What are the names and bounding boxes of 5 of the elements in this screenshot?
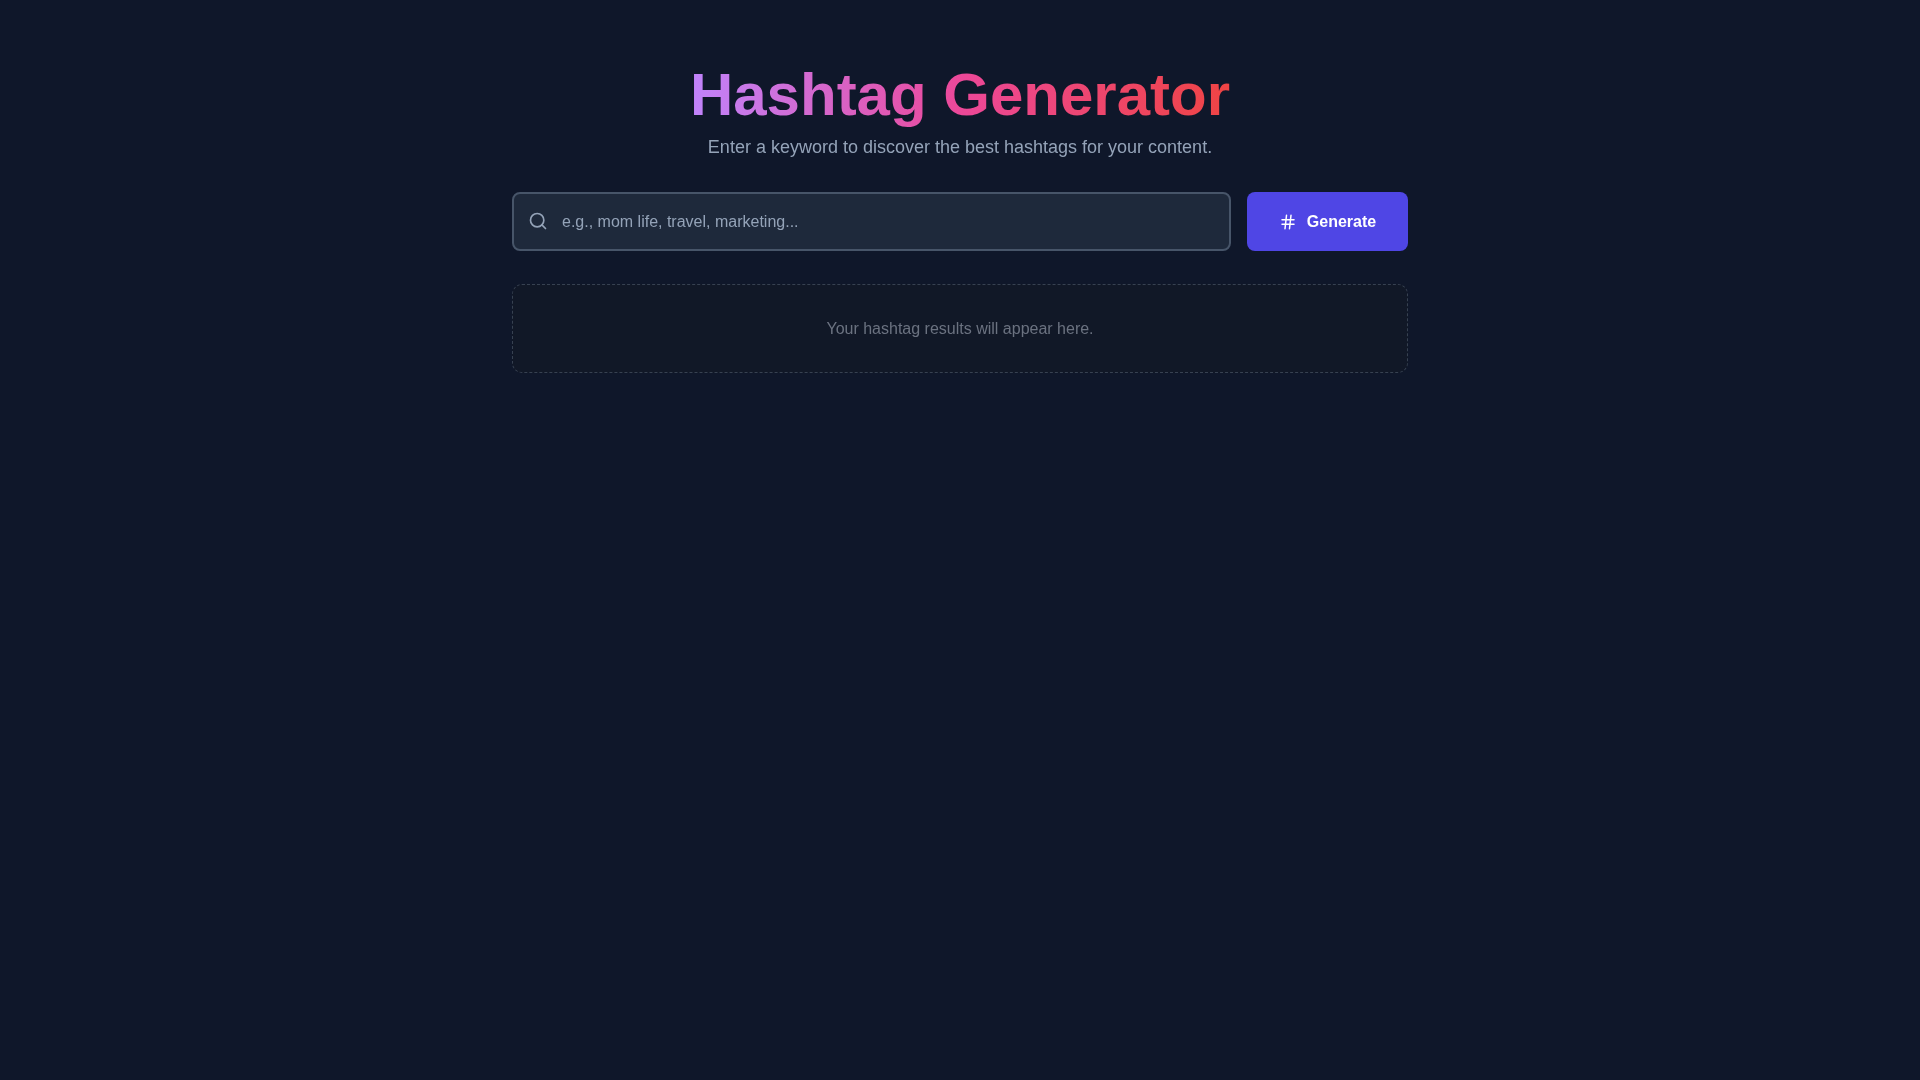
hash-icon bbox=[1278, 212, 1297, 231]
subtitle: Enter a keyword to discover the best hashtags for your content. bbox=[707, 136, 1213, 159]
search-field[interactable]: e.g., mom life, travel, marketing... bbox=[512, 192, 1231, 251]
generate-button[interactable]: Generate bbox=[1247, 192, 1408, 251]
empty-message: Your hashtag results will appear here. bbox=[826, 318, 1094, 339]
